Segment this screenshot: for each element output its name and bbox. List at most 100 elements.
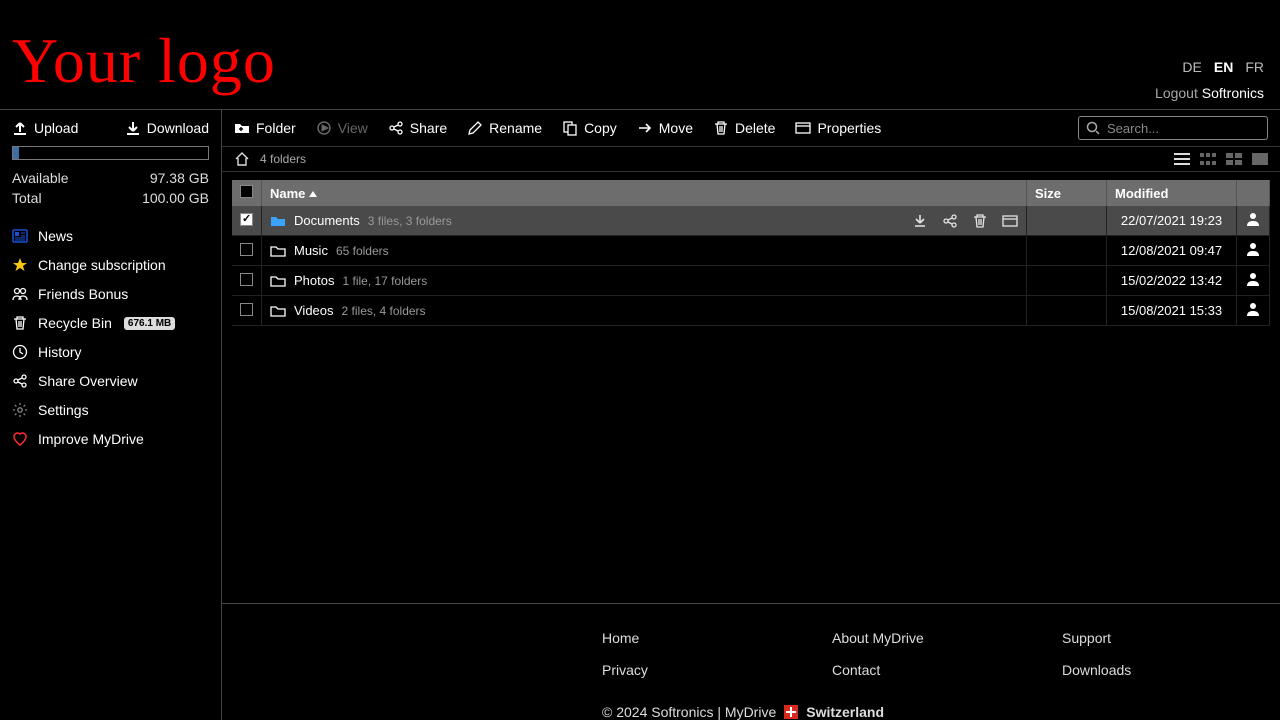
gear-icon — [12, 402, 28, 418]
row-size — [1027, 266, 1107, 296]
storage-available-row: Available 97.38 GB — [12, 170, 209, 186]
lang-fr[interactable]: FR — [1245, 59, 1264, 75]
row-delete-icon[interactable] — [972, 213, 988, 229]
properties-button[interactable]: Properties — [795, 120, 881, 136]
copy-button[interactable]: Copy — [562, 120, 617, 136]
view-list-icon[interactable] — [1174, 153, 1190, 165]
row-modified: 15/02/2022 13:42 — [1107, 266, 1237, 296]
row-checkbox[interactable] — [240, 303, 253, 316]
row-size — [1027, 236, 1107, 266]
row-checkbox[interactable] — [240, 273, 253, 286]
share-button[interactable]: Share — [388, 120, 447, 136]
row-modified: 22/07/2021 19:23 — [1107, 206, 1237, 236]
sidebar-item-history[interactable]: History — [12, 344, 209, 360]
pencil-icon — [467, 120, 483, 136]
sidebar-item-label: Change subscription — [38, 257, 166, 273]
footer-link-contact[interactable]: Contact — [832, 662, 1062, 678]
sidebar-item-settings[interactable]: Settings — [12, 402, 209, 418]
search-box[interactable] — [1078, 116, 1268, 140]
row-modified: 15/08/2021 15:33 — [1107, 296, 1237, 326]
view-button: View — [316, 120, 368, 136]
sidebar-item-news[interactable]: News — [12, 228, 209, 244]
newspaper-icon — [12, 228, 28, 244]
table-row[interactable]: Documents3 files, 3 folders22/07/2021 19… — [232, 206, 1270, 236]
row-share-icon[interactable] — [942, 213, 958, 229]
storage-bar — [12, 146, 209, 160]
sidebar-item-improve[interactable]: Improve MyDrive — [12, 431, 209, 447]
lang-de[interactable]: DE — [1182, 59, 1201, 75]
header-right: DE EN FR Logout Softronics — [1155, 59, 1264, 101]
folder-icon — [270, 273, 286, 289]
sidebar-item-recycle[interactable]: Recycle Bin 676.1 MB — [12, 315, 209, 331]
main: Folder View Share Rename Copy Move — [222, 110, 1280, 720]
sort-asc-icon — [309, 191, 317, 197]
toolbar-label: Share — [410, 120, 447, 136]
download-button[interactable]: Download — [125, 120, 209, 136]
footer-link-about[interactable]: About MyDrive — [832, 630, 1062, 646]
clock-icon — [12, 344, 28, 360]
logo[interactable]: Your logo — [12, 29, 276, 93]
sidebar-item-label: History — [38, 344, 82, 360]
lang-en[interactable]: EN — [1214, 59, 1233, 75]
owner-icon[interactable] — [1245, 211, 1261, 227]
row-checkbox[interactable] — [240, 243, 253, 256]
folder-icon — [270, 303, 286, 319]
owner-icon[interactable] — [1245, 241, 1261, 257]
new-folder-button[interactable]: Folder — [234, 120, 296, 136]
col-owner — [1237, 180, 1270, 206]
rename-button[interactable]: Rename — [467, 120, 542, 136]
sidebar-item-subscription[interactable]: Change subscription — [12, 257, 209, 273]
row-properties-icon[interactable] — [1002, 213, 1018, 229]
home-icon[interactable] — [234, 151, 250, 167]
storage-total-value: 100.00 GB — [142, 190, 209, 206]
storage-total-row: Total 100.00 GB — [12, 190, 209, 206]
table-row[interactable]: Photos1 file, 17 folders15/02/2022 13:42 — [232, 266, 1270, 296]
footer-link-home[interactable]: Home — [602, 630, 832, 646]
toolbar-label: Properties — [817, 120, 881, 136]
search-icon — [1085, 120, 1101, 136]
file-table: Name Size Modified Documents3 files, 3 f… — [232, 180, 1270, 326]
row-meta: 3 files, 3 folders — [368, 214, 452, 228]
share-icon — [388, 120, 404, 136]
sidebar-item-label: Recycle Bin — [38, 315, 112, 331]
search-input[interactable] — [1107, 121, 1280, 136]
table-row[interactable]: Music65 folders12/08/2021 09:47 — [232, 236, 1270, 266]
owner-icon[interactable] — [1245, 301, 1261, 317]
storage-available-label: Available — [12, 170, 69, 186]
trash-icon — [713, 120, 729, 136]
folder-count: 4 folders — [260, 152, 306, 166]
footer-link-support[interactable]: Support — [1062, 630, 1280, 646]
folder-icon — [270, 243, 286, 259]
upload-label: Upload — [34, 120, 78, 136]
view-grid-icon[interactable] — [1226, 153, 1242, 165]
play-icon — [316, 120, 332, 136]
col-checkbox[interactable] — [232, 180, 262, 206]
view-small-grid-icon[interactable] — [1200, 153, 1216, 165]
toolbar-label: View — [338, 120, 368, 136]
upload-button[interactable]: Upload — [12, 120, 78, 136]
select-all-checkbox[interactable] — [240, 185, 253, 198]
delete-button[interactable]: Delete — [713, 120, 775, 136]
table-row[interactable]: Videos2 files, 4 folders15/08/2021 15:33 — [232, 296, 1270, 326]
row-size — [1027, 296, 1107, 326]
row-checkbox[interactable] — [240, 213, 253, 226]
footer-link-privacy[interactable]: Privacy — [602, 662, 832, 678]
col-size[interactable]: Size — [1027, 180, 1107, 206]
sidebar-item-friends[interactable]: Friends Bonus — [12, 286, 209, 302]
owner-icon[interactable] — [1245, 271, 1261, 287]
username[interactable]: Softronics — [1202, 85, 1264, 101]
row-download-icon[interactable] — [912, 213, 928, 229]
sidebar-item-share-overview[interactable]: Share Overview — [12, 373, 209, 389]
sidebar-item-label: Settings — [38, 402, 89, 418]
col-name[interactable]: Name — [262, 180, 1027, 206]
row-meta: 1 file, 17 folders — [342, 274, 427, 288]
toolbar-label: Copy — [584, 120, 617, 136]
sidebar-item-label: Improve MyDrive — [38, 431, 144, 447]
view-large-icon[interactable] — [1252, 153, 1268, 165]
download-icon — [125, 120, 141, 136]
logout-link[interactable]: Logout — [1155, 85, 1198, 101]
footer-link-downloads[interactable]: Downloads — [1062, 662, 1280, 678]
storage-bar-fill — [13, 147, 19, 159]
col-modified[interactable]: Modified — [1107, 180, 1237, 206]
move-button[interactable]: Move — [637, 120, 693, 136]
